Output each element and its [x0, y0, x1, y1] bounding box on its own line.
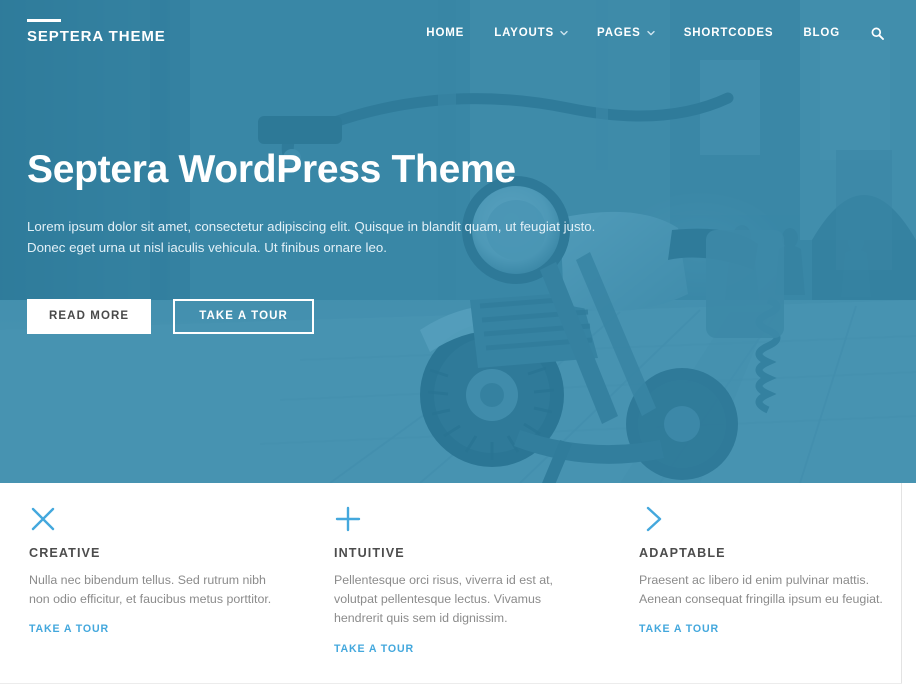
- feature-card-creative: CREATIVE Nulla nec bibendum tellus. Sed …: [0, 505, 305, 684]
- nav-item-layouts[interactable]: LAYOUTS: [479, 27, 582, 39]
- logo-text: SEPTERA THEME: [27, 27, 166, 45]
- nav-label: HOME: [426, 27, 465, 39]
- feature-link-take-a-tour[interactable]: TAKE A TOUR: [29, 623, 109, 635]
- chevron-down-icon: [560, 29, 568, 36]
- nav-item-pages[interactable]: PAGES: [582, 27, 669, 39]
- chevron-right-icon: [639, 505, 667, 533]
- nav-label: SHORTCODES: [683, 27, 774, 39]
- feature-title: INTUITIVE: [334, 546, 405, 560]
- nav-item-blog[interactable]: BLOG: [788, 27, 855, 39]
- read-more-button[interactable]: READ MORE: [27, 298, 152, 334]
- nav-label: BLOG: [803, 27, 840, 39]
- plus-icon: [334, 505, 362, 533]
- nav-item-shortcodes[interactable]: SHORTCODES: [669, 27, 789, 39]
- close-x-icon: [29, 505, 57, 533]
- feature-link-take-a-tour[interactable]: TAKE A TOUR: [334, 643, 414, 655]
- feature-link-take-a-tour[interactable]: TAKE A TOUR: [639, 623, 719, 635]
- chevron-down-icon: [647, 29, 655, 36]
- site-logo[interactable]: SEPTERA THEME: [27, 18, 166, 45]
- feature-title: CREATIVE: [29, 546, 101, 560]
- site-header: SEPTERA THEME HOME LAYOUTS PAGES SHORTCO…: [0, 0, 916, 62]
- nav-item-home[interactable]: HOME: [411, 27, 479, 39]
- content-right-border: [901, 483, 902, 684]
- feature-text: Praesent ac libero id enim pulvinar matt…: [639, 573, 883, 607]
- feature-text: Pellentesque orci risus, viverra id est …: [334, 573, 553, 626]
- feature-card-intuitive: INTUITIVE Pellentesque orci risus, viver…: [305, 505, 610, 684]
- feature-title: ADAPTABLE: [639, 546, 726, 560]
- nav-label: PAGES: [597, 27, 641, 39]
- logo-dash-icon: [27, 18, 61, 22]
- search-icon[interactable]: [855, 27, 896, 40]
- take-a-tour-button[interactable]: TAKE A TOUR: [173, 298, 314, 334]
- hero-button-group: READ MORE TAKE A TOUR: [27, 298, 727, 334]
- hero-description: Lorem ipsum dolor sit amet, consectetur …: [27, 218, 596, 256]
- hero-content: Septera WordPress Theme Lorem ipsum dolo…: [27, 148, 727, 334]
- main-navigation: HOME LAYOUTS PAGES SHORTCODES BLOG: [411, 0, 896, 64]
- hero-title: Septera WordPress Theme: [27, 148, 516, 191]
- hero-section: SEPTERA THEME HOME LAYOUTS PAGES SHORTCO…: [0, 0, 916, 483]
- features-section: CREATIVE Nulla nec bibendum tellus. Sed …: [0, 483, 916, 684]
- feature-text: Nulla nec bibendum tellus. Sed rutrum ni…: [29, 573, 272, 607]
- feature-card-adaptable: ADAPTABLE Praesent ac libero id enim pul…: [610, 505, 915, 684]
- nav-label: LAYOUTS: [494, 27, 555, 39]
- page-root: SEPTERA THEME HOME LAYOUTS PAGES SHORTCO…: [0, 0, 916, 684]
